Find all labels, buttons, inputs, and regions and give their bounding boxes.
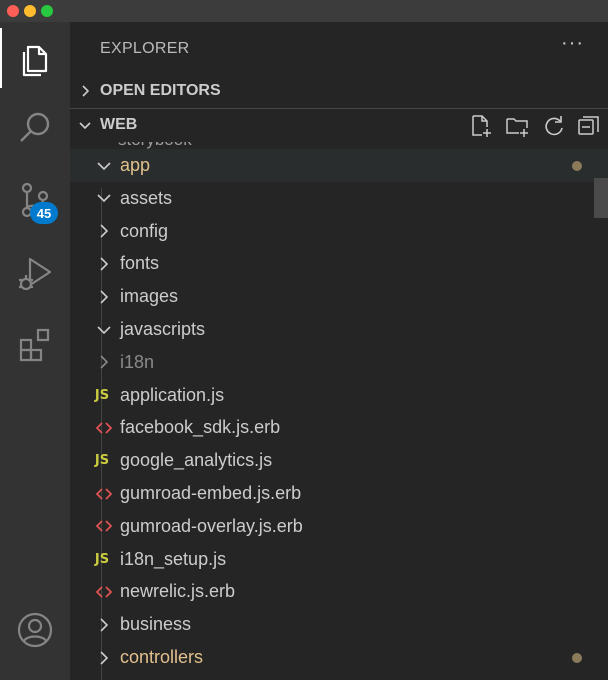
erb-file-icon	[94, 516, 114, 536]
folder-row[interactable]: images	[70, 280, 608, 313]
folder-row[interactable]: controllers	[70, 641, 608, 674]
section-workspace[interactable]: WEB	[70, 108, 608, 141]
tree-item-label: gumroad-overlay.js.erb	[120, 515, 303, 536]
file-row[interactable]: JS google_analytics.js	[70, 444, 608, 477]
folder-row[interactable]: fonts	[70, 247, 608, 280]
file-row[interactable]: JS i18n_setup.js	[70, 543, 608, 576]
activity-accounts[interactable]	[0, 600, 70, 660]
chevron-right-icon	[94, 287, 114, 307]
tree-item-label: javascripts	[120, 319, 206, 339]
chevron-right-icon	[94, 615, 114, 635]
folder-row[interactable]: i18n	[70, 346, 608, 379]
search-icon	[20, 112, 50, 142]
extensions-icon	[19, 328, 50, 362]
sidebar-title: EXPLORER	[100, 40, 190, 57]
folder-row[interactable]: javascripts	[70, 313, 608, 346]
file-row[interactable]: newrelic.js.erb	[70, 575, 608, 608]
tree-item-label: fonts	[120, 253, 160, 274]
erb-file-icon	[94, 582, 114, 602]
chevron-down-icon	[94, 156, 114, 176]
file-tree: storybook appassetsconfigfontsimagesjava…	[70, 142, 608, 680]
folder-row[interactable]: business	[70, 608, 608, 641]
activity-explorer[interactable]	[0, 28, 70, 88]
chevron-down-icon	[94, 320, 114, 340]
section-open-editors[interactable]: OPEN EDITORS	[70, 74, 608, 107]
tree-item-label: i18n	[120, 351, 155, 372]
explorer-toolbar	[468, 113, 602, 139]
chevron-right-icon	[94, 254, 114, 274]
file-row[interactable]: gumroad-overlay.js.erb	[70, 510, 608, 543]
collapse-all-icon[interactable]	[576, 113, 602, 139]
javascript-file-icon: JS	[94, 453, 110, 469]
activity-extensions[interactable]	[0, 314, 70, 374]
modified-indicator	[572, 160, 582, 171]
chevron-right-icon	[94, 221, 114, 241]
folder-row[interactable]: config	[70, 215, 608, 248]
section-label: OPEN EDITORS	[100, 81, 221, 99]
tree-item-label: controllers	[120, 647, 204, 667]
activity-search[interactable]	[0, 98, 70, 158]
tree-item-label: assets	[120, 187, 173, 208]
maximize-window-button[interactable]	[41, 5, 53, 17]
erb-file-icon	[94, 418, 114, 438]
tree-item-label: newrelic.js.erb	[120, 581, 236, 602]
tree-item-label: google_analytics.js	[120, 450, 273, 471]
tree-item-label: business	[120, 614, 192, 635]
activity-run-debug[interactable]	[0, 244, 70, 304]
explorer-sidebar: EXPLORER ··· OPEN EDITORS WEB st	[70, 22, 608, 680]
tree-item-label: gumroad-embed.js.erb	[120, 483, 302, 503]
erb-file-icon	[94, 484, 114, 504]
title-bar	[0, 0, 608, 22]
chevron-down-icon	[70, 118, 100, 132]
chevron-right-icon	[70, 84, 100, 98]
run-debug-icon	[19, 257, 52, 291]
tree-item-label: i18n_setup.js	[120, 548, 227, 569]
scrollbar-thumb[interactable]	[594, 178, 608, 218]
chevron-right-icon	[94, 352, 114, 372]
folder-row[interactable]: assets	[70, 182, 608, 215]
minimize-window-button[interactable]	[24, 5, 36, 17]
modified-indicator	[572, 652, 582, 663]
refresh-icon[interactable]	[540, 113, 566, 139]
chevron-right-icon	[94, 648, 114, 668]
tree-item-label: images	[120, 286, 179, 307]
new-file-icon[interactable]	[468, 113, 494, 139]
folder-row[interactable]: app	[70, 149, 608, 182]
tree-item-label: application.js	[120, 384, 225, 405]
new-folder-icon[interactable]	[504, 113, 530, 139]
file-row[interactable]: facebook_sdk.js.erb	[70, 411, 608, 444]
tree-item-label: facebook_sdk.js.erb	[120, 417, 281, 438]
chevron-down-icon	[94, 188, 114, 208]
section-label: WEB	[100, 116, 138, 133]
javascript-file-icon: JS	[94, 551, 110, 567]
javascript-file-icon: JS	[94, 387, 110, 403]
account-icon	[17, 612, 53, 648]
file-row[interactable]: JS application.js	[70, 379, 608, 412]
tree-item-label: app	[120, 155, 151, 175]
source-control-badge: 45	[30, 202, 58, 224]
files-icon	[22, 45, 48, 77]
file-row[interactable]: gumroad-embed.js.erb	[70, 477, 608, 510]
more-actions-button[interactable]: ···	[561, 32, 584, 55]
activity-bar: 45	[0, 22, 70, 680]
close-window-button[interactable]	[7, 5, 19, 17]
tree-item-label: config	[120, 220, 169, 241]
